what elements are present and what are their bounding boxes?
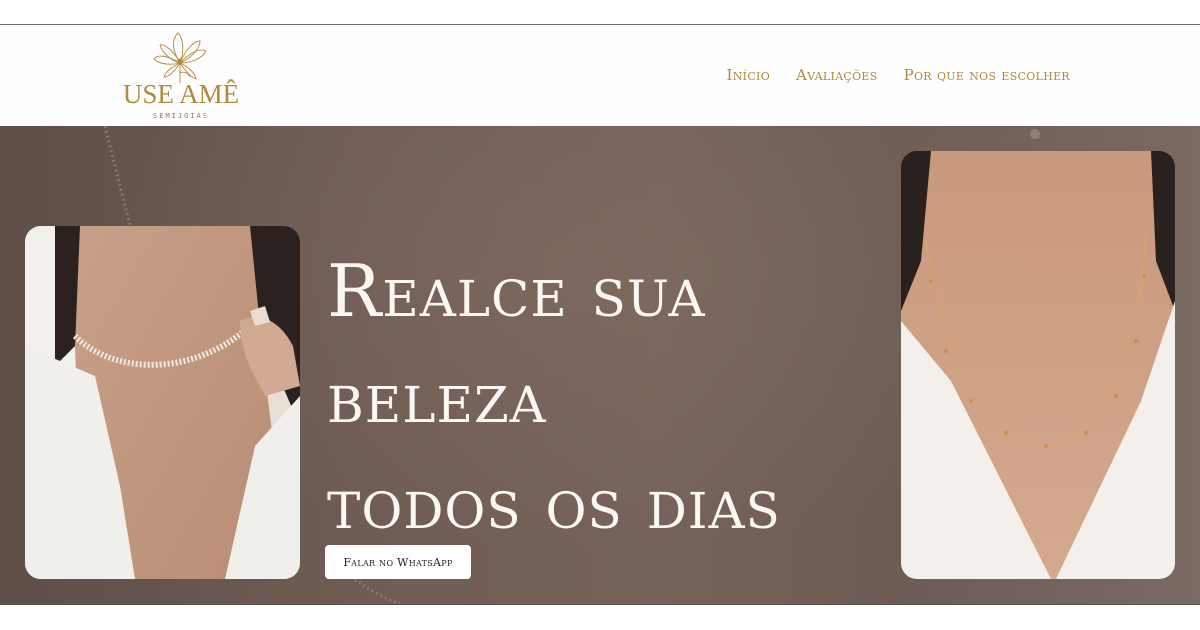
nav-link-por-que-nos-escolher[interactable]: Por que nos escolher [904,66,1070,84]
browser-top-strip [0,0,1200,25]
site-header: USE AMÊ SEMIJOIAS Início Avaliações Por … [0,25,1200,126]
landing-page: USE AMÊ SEMIJOIAS Início Avaliações Por … [0,0,1200,630]
hero-headline: Realce sua beleza todos os dias [327,238,887,556]
hero-headline-line-1: Realce sua [327,249,706,333]
gold-necklace-photo [901,151,1175,579]
choker-necklace-photo [25,226,300,579]
next-section-start [0,605,1200,630]
nav-link-inicio[interactable]: Início [727,66,770,84]
brand-logo[interactable]: USE AMÊ SEMIJOIAS [120,27,242,123]
hero-headline-line-2: beleza [327,355,547,439]
brand-name: USE AMÊ [122,79,240,109]
whatsapp-button[interactable]: Falar no WhatsApp [325,545,471,579]
flower-icon [153,32,207,83]
nav-link-avaliacoes[interactable]: Avaliações [796,66,878,84]
brand-tagline: SEMIJOIAS [153,112,209,120]
main-nav: Início Avaliações Por que nos escolher [727,66,1070,84]
hero-headline-line-3: todos os dias [327,461,781,545]
hero-section: Realce sua beleza todos os dias Falar no… [0,126,1200,604]
